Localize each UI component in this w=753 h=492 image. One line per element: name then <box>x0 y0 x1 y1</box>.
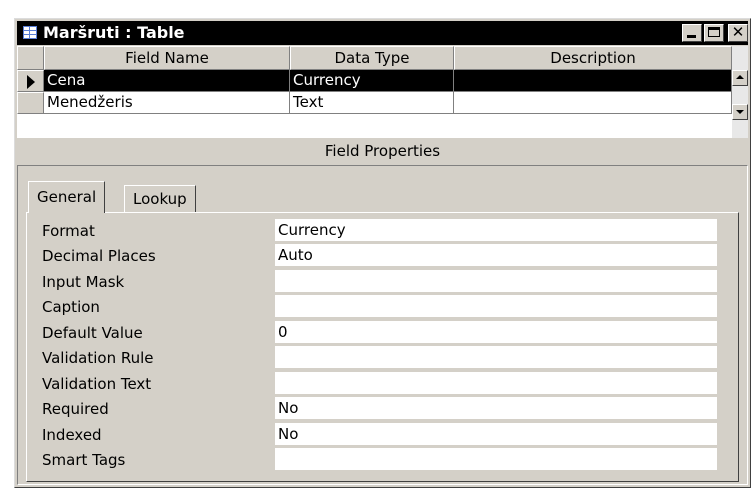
property-value-format[interactable]: Currency <box>275 219 717 241</box>
description-cell[interactable] <box>454 70 732 92</box>
field-grid: Field Name Data Type Description Cena Cu… <box>17 46 748 138</box>
current-row-arrow-icon <box>27 75 35 89</box>
property-label-format: Format <box>42 222 95 240</box>
close-button[interactable]: ✕ <box>728 24 748 42</box>
maximize-button[interactable] <box>704 24 724 42</box>
maximize-icon <box>708 27 720 37</box>
arrow-down-icon <box>736 110 744 114</box>
property-label-caption: Caption <box>42 298 100 316</box>
property-label-smart-tags: Smart Tags <box>42 451 126 469</box>
column-header-description[interactable]: Description <box>454 46 732 70</box>
minimize-icon <box>687 35 696 38</box>
data-type-cell[interactable]: Currency <box>290 70 454 92</box>
property-label-indexed: Indexed <box>42 426 102 444</box>
property-value-input-mask[interactable] <box>275 270 717 292</box>
data-type-cell[interactable]: Text <box>290 92 454 114</box>
property-label-validation-text: Validation Text <box>42 375 152 393</box>
property-value-decimal-places[interactable]: Auto <box>275 244 717 266</box>
property-value-required[interactable]: No <box>275 397 717 419</box>
minimize-button[interactable] <box>682 24 702 42</box>
property-value-validation-rule[interactable] <box>275 346 717 368</box>
close-icon: ✕ <box>731 23 745 41</box>
tab-lookup[interactable]: Lookup <box>124 185 196 213</box>
property-value-default-value[interactable]: 0 <box>275 321 717 343</box>
property-label-decimal-places: Decimal Places <box>42 247 156 265</box>
property-label-required: Required <box>42 400 109 418</box>
field-name-cell[interactable]: Menedžeris <box>44 92 290 114</box>
property-value-caption[interactable] <box>275 295 717 317</box>
row-selector-header <box>17 46 44 70</box>
title-bar[interactable]: Maršruti : Table ✕ <box>17 21 748 45</box>
column-header-data-type[interactable]: Data Type <box>290 46 454 70</box>
window-title: Maršruti : Table <box>43 23 185 42</box>
column-header-field-name[interactable]: Field Name <box>44 46 290 70</box>
table-design-window: Maršruti : Table ✕ Field Name Data Type … <box>14 18 751 488</box>
vertical-scrollbar[interactable] <box>732 46 748 138</box>
tab-general[interactable]: General <box>28 181 106 213</box>
property-label-input-mask: Input Mask <box>42 273 125 291</box>
field-name-cell[interactable]: Cena <box>44 70 290 92</box>
property-value-validation-text[interactable] <box>275 372 717 394</box>
property-label-validation-rule: Validation Rule <box>42 349 154 367</box>
property-label-default-value: Default Value <box>42 324 143 342</box>
arrow-up-icon <box>736 75 744 79</box>
row-selector[interactable] <box>17 70 44 92</box>
table-icon <box>23 26 37 39</box>
row-selector[interactable] <box>17 92 44 114</box>
description-cell[interactable] <box>454 92 732 114</box>
property-value-indexed[interactable]: No <box>275 423 717 445</box>
field-properties-label: Field Properties <box>324 142 441 160</box>
scroll-down-button[interactable] <box>732 104 748 120</box>
property-value-smart-tags[interactable] <box>275 448 717 470</box>
scroll-up-button[interactable] <box>732 70 748 86</box>
general-tab-page: Format Currency Decimal Places Auto Inpu… <box>26 212 739 482</box>
field-properties-panel: General Lookup Format Currency Decimal P… <box>17 165 748 485</box>
